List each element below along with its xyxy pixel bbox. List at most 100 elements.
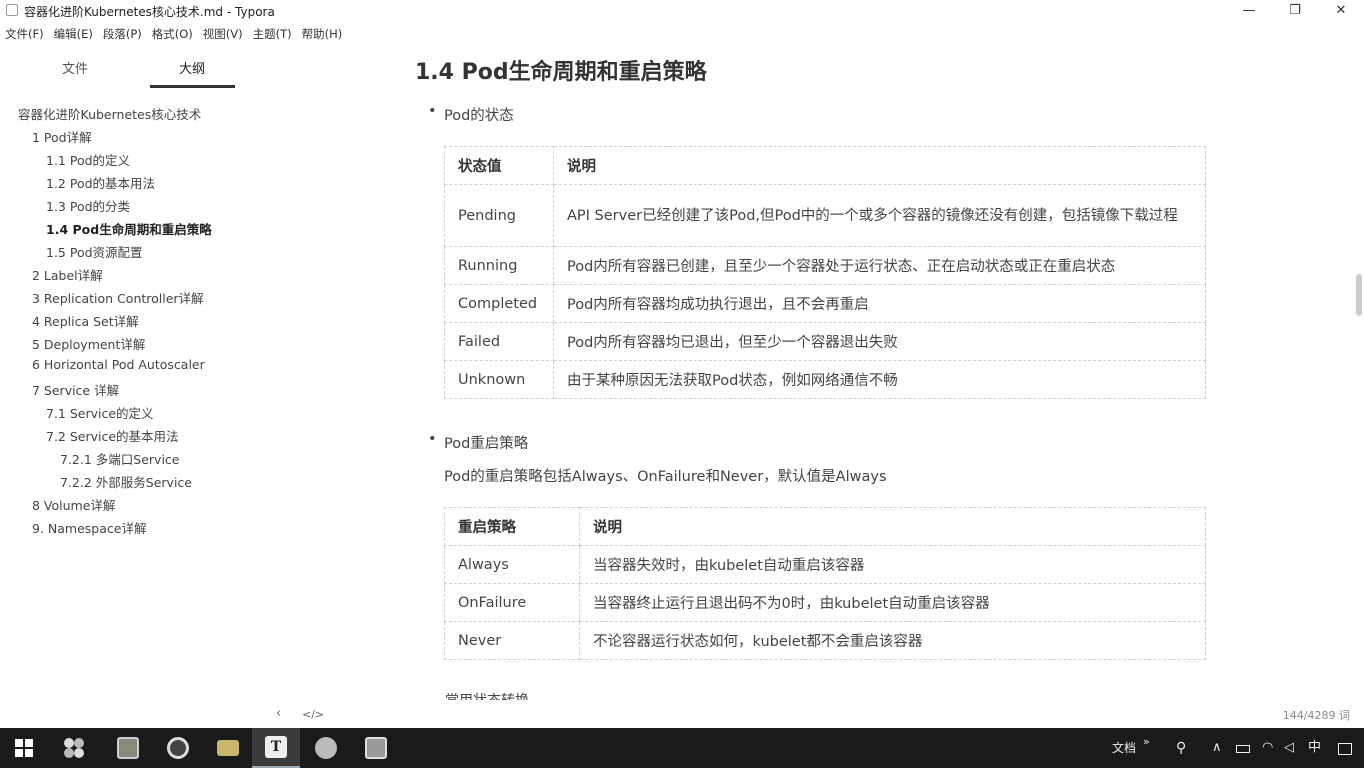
status-cell: Unknown [444,360,554,399]
table-row: Failed Pod内所有容器均已退出，但至少一个容器退出失败 [444,322,1206,361]
active-tab-indicator [150,85,235,88]
description-cell: 当容器失效时，由kubelet自动重启该容器 [579,545,1206,584]
menu-file[interactable]: 文件(F) [0,24,49,44]
status-cell: Running [444,246,554,285]
outline-item[interactable]: 9. Namespace详解 [32,518,146,537]
restart-policy-paragraph: Pod的重启策略包括Always、OnFailure和Never，默认值是Alw… [444,469,887,485]
table-header-cell: 状态值 [444,146,554,185]
typora-icon: T [265,736,287,758]
outline-item[interactable]: 3 Replication Controller详解 [32,288,204,307]
wifi-icon[interactable]: ◠ [1262,728,1273,768]
outline-item[interactable]: 1.3 Pod的分类 [46,196,130,215]
outline-item[interactable]: 2 Label详解 [32,265,103,284]
up-arrow-icon[interactable]: ∧ [1212,728,1222,768]
table-row: OnFailure 当容器终止运行且退出码不为0时，由kubelet自动重启该容… [444,583,1206,622]
taskbar-app-6[interactable] [302,728,350,768]
word-count[interactable]: 144/4289 词 [1283,707,1350,723]
taskbar-app-3[interactable] [154,728,202,768]
minimize-button[interactable]: — [1226,0,1272,22]
taskbar-typora[interactable]: T [252,728,300,768]
menu-help[interactable]: 帮助(H) [297,24,348,44]
taskbar-app-2[interactable] [104,728,152,768]
windows-taskbar: T 文档 » ⚲ ∧ ◠ ◁ 中 [0,728,1364,768]
description-cell: Pod内所有容器均已退出，但至少一个容器退出失败 [553,322,1206,361]
pod-status-table: 状态值 说明 Pending API Server已经创建了该Pod,但Pod中… [444,146,1206,399]
menu-view[interactable]: 视图(V) [198,24,248,44]
section-heading: 1.4 Pod生命周期和重启策略 [415,60,707,85]
pinwheel-icon [64,738,84,758]
outline-item[interactable]: 容器化进阶Kubernetes核心技术 [18,104,201,123]
outline-item[interactable]: 5 Deployment详解 [32,334,145,353]
table-header-cell: 说明 [553,146,1206,185]
table-header-cell: 重启策略 [444,507,580,546]
table-header-cell: 说明 [579,507,1206,546]
start-button[interactable] [0,728,48,768]
menu-bar: 文件(F) 编辑(E) 段落(P) 格式(O) 视图(V) 主题(T) 帮助(H… [0,24,347,44]
vertical-scrollbar[interactable] [1356,274,1362,316]
title-bar: 容器化进阶Kubernetes核心技术.md - Typora — ❐ ✕ [0,0,1364,22]
menu-paragraph[interactable]: 段落(P) [98,24,147,44]
outline-item[interactable]: 1.5 Pod资源配置 [46,242,143,261]
outline-item[interactable]: 6 Horizontal Pod Autoscaler [32,357,205,372]
description-cell: 当容器终止运行且退出码不为0时，由kubelet自动重启该容器 [579,583,1206,622]
close-button[interactable]: ✕ [1318,0,1364,22]
policy-cell: OnFailure [444,583,580,622]
table-header-row: 状态值 说明 [444,146,1206,185]
browser-icon [315,737,337,759]
outline-item[interactable]: 8 Volume详解 [32,495,115,514]
obs-icon [167,737,189,759]
table-header-row: 重启策略 说明 [444,507,1206,546]
ime-indicator[interactable]: 中 [1308,728,1321,768]
restart-policy-table: 重启策略 说明 Always 当容器失效时，由kubelet自动重启该容器 On… [444,507,1206,660]
description-cell: 不论容器运行状态如何，kubelet都不会重启该容器 [579,621,1206,660]
outline-item[interactable]: 1.1 Pod的定义 [46,150,130,169]
next-paragraph-partial: 常用状态转换 [445,690,529,700]
back-icon[interactable]: ‹ [276,706,281,721]
battery-icon[interactable] [1236,728,1250,768]
outline-item[interactable]: 7 Service 详解 [32,380,119,399]
table-row: Unknown 由于某种原因无法获取Pod状态，例如网络通信不畅 [444,360,1206,399]
table-row: Never 不论容器运行状态如何，kubelet都不会重启该容器 [444,621,1206,660]
outline-item[interactable]: 4 Replica Set详解 [32,311,139,330]
status-cell: Completed [444,284,554,323]
status-cell: Pending [444,184,554,247]
outline-item[interactable]: 1.2 Pod的基本用法 [46,173,155,192]
taskbar-app-4[interactable] [204,728,252,768]
tab-outline[interactable]: 大纲 [179,58,205,77]
person-icon[interactable]: ⚲ [1176,728,1186,768]
typora-app-icon [6,4,18,16]
folder-icon [217,740,239,756]
outline-item[interactable]: 7.2.1 多端口Service [60,449,179,468]
outline-item[interactable]: 7.1 Service的定义 [46,403,154,422]
table-row: Running Pod内所有容器已创建，且至少一个容器处于运行状态、正在启动状态… [444,246,1206,285]
menu-theme[interactable]: 主题(T) [248,24,297,44]
taskbar-app-7[interactable] [352,728,400,768]
outline-item[interactable]: 1 Pod详解 [32,127,92,146]
tab-files[interactable]: 文件 [62,58,88,77]
tray-expand-icon[interactable]: » [1143,722,1150,762]
menu-format[interactable]: 格式(O) [147,24,198,44]
table-row: Completed Pod内所有容器均成功执行退出，且不会再重启 [444,284,1206,323]
description-cell: Pod内所有容器均成功执行退出，且不会再重启 [553,284,1206,323]
table-row: Pending API Server已经创建了该Pod,但Pod中的一个或多个容… [444,184,1206,247]
table-row: Always 当容器失效时，由kubelet自动重启该容器 [444,545,1206,584]
outline-item[interactable]: 7.2.2 外部服务Service [60,472,192,491]
notification-icon[interactable] [1338,728,1352,768]
description-cell: API Server已经创建了该Pod,但Pod中的一个或多个容器的镜像还没有创… [553,184,1206,247]
outline-item[interactable]: 7.2 Service的基本用法 [46,426,179,445]
restore-button[interactable]: ❐ [1272,0,1318,22]
editor-area[interactable]: 1.4 Pod生命周期和重启策略 Pod的状态 状态值 说明 Pending A… [262,44,1352,700]
source-code-icon[interactable]: </> [302,708,324,721]
policy-cell: Always [444,545,580,584]
bullet-restart-policy: Pod重启策略 [428,431,528,453]
windows-logo-icon [15,739,33,757]
volume-icon[interactable]: ◁ [1284,728,1294,768]
outline-item[interactable]: 1.4 Pod生命周期和重启策略 [46,219,212,238]
taskbar-app-1[interactable] [50,728,98,768]
window-title: 容器化进阶Kubernetes核心技术.md - Typora [24,5,275,19]
description-cell: Pod内所有容器已创建，且至少一个容器处于运行状态、正在启动状态或正在重启状态 [553,246,1206,285]
menu-edit[interactable]: 编辑(E) [49,24,98,44]
status-cell: Failed [444,322,554,361]
tray-documents[interactable]: 文档 [1112,728,1136,768]
image-app-icon [117,737,139,759]
